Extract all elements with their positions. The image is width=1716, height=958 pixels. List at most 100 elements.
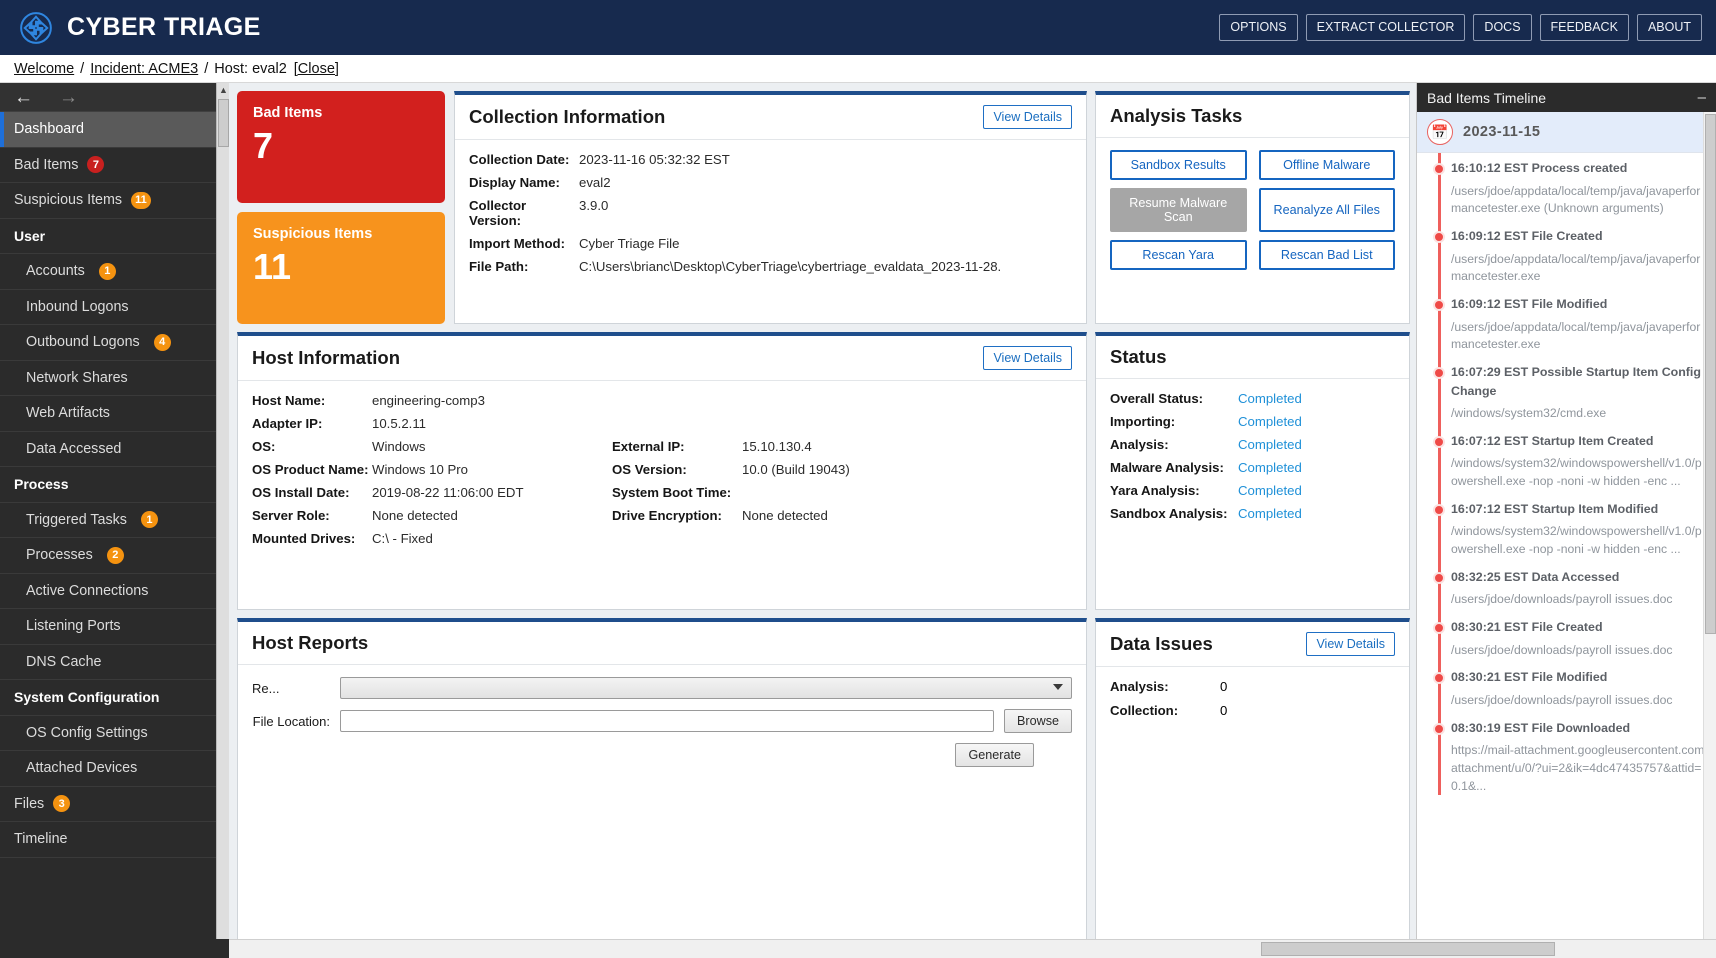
sidebar-item-active-connections[interactable]: Active Connections xyxy=(0,574,229,609)
report-type-select[interactable] xyxy=(340,677,1072,699)
sidebar-scrollbar[interactable]: ▲ ▼ xyxy=(216,83,229,958)
collection-view-details-button[interactable]: View Details xyxy=(983,105,1072,129)
collection-row-value: Cyber Triage File xyxy=(579,236,680,251)
breadcrumb-close-link[interactable]: [Close] xyxy=(294,61,339,77)
timeline-event[interactable]: 16:07:12 EST Startup Item Modified/windo… xyxy=(1417,500,1716,559)
data-issues-header: Data Issues View Details xyxy=(1096,622,1409,667)
suspicious-items-tile-label: Suspicious Items xyxy=(253,226,373,242)
host-view-details-button[interactable]: View Details xyxy=(983,346,1072,370)
host-row-value-2 xyxy=(742,393,1072,408)
timeline-event[interactable]: 08:30:19 EST File Downloaded https://mail… xyxy=(1417,719,1716,796)
sidebar-item-web-artifacts[interactable]: Web Artifacts xyxy=(0,396,229,432)
sidebar-item-label: Attached Devices xyxy=(26,760,138,777)
sidebar-item-user: User xyxy=(0,219,229,254)
main-content: Bad Items 7 Suspicious Items 11 Collecti… xyxy=(229,83,1416,958)
data-issues-title: Data Issues xyxy=(1110,633,1213,654)
host-row-key-2: System Boot Time: xyxy=(612,485,732,500)
timeline-header: Bad Items Timeline – xyxy=(1417,83,1716,112)
sidebar-item-label: Active Connections xyxy=(26,582,149,599)
extract-collector-button[interactable]: EXTRACT COLLECTOR xyxy=(1305,14,1466,41)
timeline-event-dot-icon xyxy=(1433,722,1445,735)
timeline-event[interactable]: 08:32:25 EST Data Accessed/users/jdoe/do… xyxy=(1417,568,1716,609)
status-row-key: Importing: xyxy=(1110,414,1176,429)
sidebar-item-dashboard[interactable]: Dashboard xyxy=(0,112,229,148)
sidebar-item-data-accessed[interactable]: Data Accessed xyxy=(0,432,229,467)
breadcrumb-incident[interactable]: Incident: ACME3 xyxy=(90,61,198,77)
timeline-event[interactable]: 08:30:21 EST File Created/users/jdoe/dow… xyxy=(1417,618,1716,659)
timeline-scroll-thumb[interactable] xyxy=(1705,114,1716,634)
host-row-key: Mounted Drives: xyxy=(252,531,356,546)
about-button[interactable]: ABOUT xyxy=(1636,14,1702,41)
timeline-event-title: 16:07:12 EST Startup Item Created xyxy=(1451,433,1654,448)
sidebar-item-files[interactable]: Files 3 xyxy=(0,787,229,822)
timeline-event[interactable]: 16:09:12 EST File Created/users/jdoe/app… xyxy=(1417,227,1716,286)
arrow-right-icon[interactable]: → xyxy=(59,88,78,107)
collection-information-header: Collection Information View Details xyxy=(455,95,1086,140)
sidebar-item-outbound-logons[interactable]: Outbound Logons 4 xyxy=(0,325,229,361)
sidebar-item-dns-cache[interactable]: DNS Cache xyxy=(0,645,229,680)
sidebar-scroll-thumb[interactable] xyxy=(218,99,229,147)
sidebar-item-suspicious-items[interactable]: Suspicious Items 11 xyxy=(0,183,229,219)
docs-button[interactable]: DOCS xyxy=(1473,14,1532,41)
sidebar-item-triggered-tasks[interactable]: Triggered Tasks 1 xyxy=(0,503,229,538)
host-information-rows: Host Name: engineering-comp3 Adapter IP: 10… xyxy=(252,393,1072,546)
bad-items-timeline-panel: Bad Items Timeline – 📅 2023-11-15 16:10:… xyxy=(1416,83,1716,958)
timeline-event[interactable]: 16:07:29 EST Possible Startup Item Confi… xyxy=(1417,363,1716,423)
sidebar-item-processes[interactable]: Processes 2 xyxy=(0,538,229,574)
reanalyze-all-files-button[interactable]: Reanalyze All Files xyxy=(1258,188,1395,232)
timeline-scrollbar[interactable] xyxy=(1703,112,1716,958)
arrow-left-icon[interactable]: ← xyxy=(14,88,33,107)
status-title: Status xyxy=(1110,346,1167,367)
file-location-input[interactable] xyxy=(340,710,994,732)
horizontal-scroll-thumb[interactable] xyxy=(1261,942,1555,956)
sidebar-item-badge: 2 xyxy=(106,546,124,564)
options-button[interactable]: OPTIONS xyxy=(1219,14,1298,41)
host-row-value: C:\ - Fixed xyxy=(372,531,433,546)
sidebar-item-badge: 1 xyxy=(98,262,116,280)
file-location-label: File Location: xyxy=(252,713,330,729)
breadcrumb: Welcome / Incident: ACME3 / Host: eval2 … xyxy=(0,55,1716,83)
sidebar-item-os-config-settings[interactable]: OS Config Settings xyxy=(0,716,229,751)
minimize-icon[interactable]: – xyxy=(1698,89,1706,106)
sidebar-nav-arrows: ← → xyxy=(0,83,229,112)
sidebar-item-label: Bad Items xyxy=(14,156,79,173)
host-row-key: Host Name: xyxy=(252,393,326,408)
timeline-event[interactable]: 16:07:12 EST Startup Item Created/window… xyxy=(1417,432,1716,491)
data-issues-view-details-button[interactable]: View Details xyxy=(1306,632,1395,656)
breadcrumb-separator-1: / xyxy=(80,60,85,77)
sidebar-scroll-up-icon[interactable]: ▲ xyxy=(218,84,229,97)
sidebar-item-bad-items[interactable]: Bad Items 7 xyxy=(0,148,229,183)
collection-row-key: Display Name: xyxy=(469,175,560,190)
feedback-button[interactable]: FEEDBACK xyxy=(1539,14,1629,41)
timeline-event[interactable]: 08:30:21 EST File Modified/users/jdoe/do… xyxy=(1417,668,1716,709)
sidebar-item-attached-devices[interactable]: Attached Devices xyxy=(0,751,229,787)
sidebar-item-badge: 11 xyxy=(131,191,151,209)
breadcrumb-welcome[interactable]: Welcome xyxy=(14,61,74,77)
sidebar-item-accounts[interactable]: Accounts 1 xyxy=(0,254,229,290)
offline-malware-button[interactable]: Offline Malware xyxy=(1258,150,1395,180)
analysis-tasks-body: Sandbox Results Offline Malware Resume Mal… xyxy=(1096,138,1409,323)
sidebar-item-label: DNS Cache xyxy=(26,653,102,670)
analysis-tasks-header: Analysis Tasks xyxy=(1096,95,1409,138)
sidebar-item-timeline[interactable]: Timeline xyxy=(0,822,229,858)
sidebar-item-listening-ports[interactable]: Listening Ports xyxy=(0,609,229,645)
sandbox-results-button[interactable]: Sandbox Results xyxy=(1110,150,1247,180)
status-row-value: Completed xyxy=(1238,483,1302,498)
collection-information-card: Collection Information View Details Coll… xyxy=(454,91,1087,324)
sidebar-item-label: Timeline xyxy=(14,831,68,848)
bad-items-tile[interactable]: Bad Items 7 xyxy=(237,91,445,203)
data-issues-row-value: 0 xyxy=(1220,703,1228,718)
suspicious-items-tile[interactable]: Suspicious Items 11 xyxy=(237,212,445,324)
browse-button[interactable]: Browse xyxy=(1004,709,1072,733)
timeline-event[interactable]: 16:10:12 EST Process created/users/jdoe/… xyxy=(1417,159,1716,218)
host-row-key: Adapter IP: xyxy=(252,416,323,431)
generate-button[interactable]: Generate xyxy=(955,743,1034,767)
timeline-event[interactable]: 16:09:12 EST File Modified/users/jdoe/ap… xyxy=(1417,295,1716,354)
rescan-bad-list-button[interactable]: Rescan Bad List xyxy=(1258,240,1395,270)
timeline-event-dot-icon xyxy=(1433,571,1445,584)
sidebar-item-network-shares[interactable]: Network Shares xyxy=(0,361,229,396)
data-issues-row-value: 0 xyxy=(1220,679,1228,694)
horizontal-scrollbar[interactable] xyxy=(229,939,1716,958)
sidebar-item-inbound-logons[interactable]: Inbound Logons xyxy=(0,290,229,325)
rescan-yara-button[interactable]: Rescan Yara xyxy=(1110,240,1247,270)
